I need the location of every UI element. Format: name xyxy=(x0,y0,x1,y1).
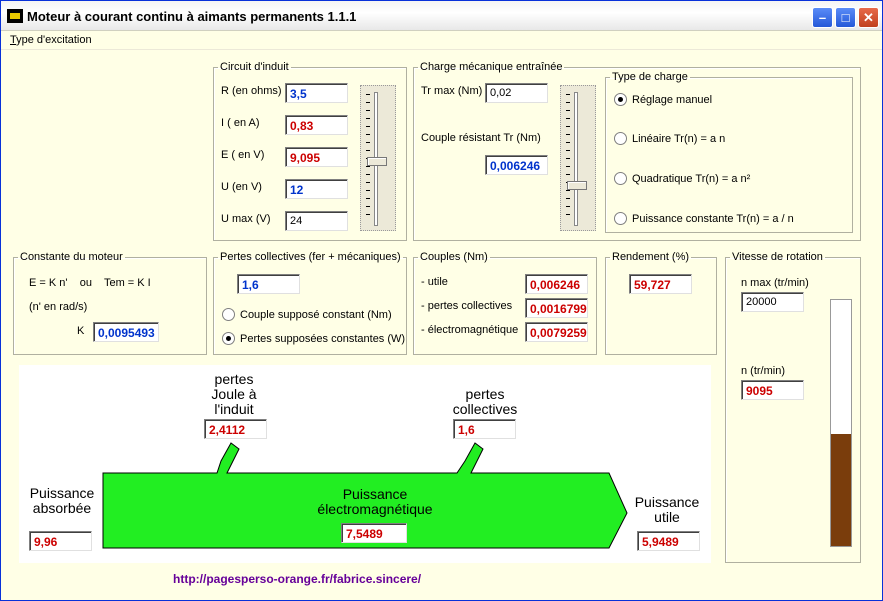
radio-puissance-constante[interactable] xyxy=(614,212,627,225)
radio-quadratique-label[interactable]: Quadratique Tr(n) = a n² xyxy=(632,173,750,185)
joule-label-line2: Joule à xyxy=(211,386,257,402)
radio-lineaire[interactable] xyxy=(614,132,627,145)
trmax-label: Tr max (Nm) xyxy=(421,85,483,97)
pertes-collectives-legend: Pertes collectives (fer + mécaniques) xyxy=(220,251,401,263)
coll-label-line1: pertes xyxy=(465,386,505,402)
rendement-group: Rendement (%) xyxy=(605,251,717,355)
close-button[interactable]: ✕ xyxy=(858,7,879,28)
radio-reglage-manuel-label[interactable]: Réglage manuel xyxy=(632,94,712,106)
nmax-input[interactable]: 20000 xyxy=(741,292,804,312)
pertes-input[interactable]: 1,6 xyxy=(237,274,300,294)
r-label: R (en ohms) xyxy=(221,85,282,97)
couple-utile-label: - utile xyxy=(421,276,448,288)
i-label: I ( en A) xyxy=(221,117,260,129)
type-charge-legend: Type de charge xyxy=(612,71,688,83)
e-label: E ( en V) xyxy=(221,149,265,161)
power-flow-diagram: pertes Joule à l'induit 2,4112 pertes co… xyxy=(19,365,711,563)
u-label: U (en V) xyxy=(221,181,262,193)
radio-pertes-constantes[interactable] xyxy=(222,332,235,345)
trmax-input[interactable]: 0,02 xyxy=(485,83,548,103)
coll-losses-field[interactable]: 1,6 xyxy=(453,419,516,439)
circuit-induit-legend: Circuit d'induit xyxy=(220,61,289,73)
coll-label-line2: collectives xyxy=(452,401,518,417)
em-label-line2: électromagnétique xyxy=(317,501,433,517)
motor-formula: E = K n' ou Tem = K I xyxy=(29,277,151,289)
unit-note: (n' en rad/s) xyxy=(29,301,88,313)
menu-type-excitation[interactable]: Type d'excitation xyxy=(10,34,92,46)
r-input[interactable]: 3,5 xyxy=(285,83,348,103)
app-icon xyxy=(7,9,23,23)
tr-slider[interactable] xyxy=(560,85,596,231)
tr-slider-track xyxy=(574,92,578,226)
radio-puissance-constante-label[interactable]: Puissance constante Tr(n) = a / n xyxy=(632,213,794,225)
radio-reglage-manuel[interactable] xyxy=(614,93,627,106)
window-title: Moteur à courant continu à aimants perma… xyxy=(27,9,357,24)
power-useful-field[interactable]: 5,9489 xyxy=(637,531,700,551)
abs-label-line2: absorbée xyxy=(32,500,92,516)
tr-slider-thumb[interactable] xyxy=(567,180,587,190)
couple-utile-field[interactable]: 0,006246 xyxy=(525,274,588,294)
couple-pertes-field[interactable]: 0,0016799 xyxy=(525,298,588,318)
speed-gauge xyxy=(830,299,852,547)
n-field[interactable]: 9095 xyxy=(741,380,804,400)
couples-legend: Couples (Nm) xyxy=(420,251,488,263)
u-slider-thumb[interactable] xyxy=(367,157,387,166)
author-url-link[interactable]: http://pagesperso-orange.fr/fabrice.sinc… xyxy=(173,572,421,586)
joule-losses-field[interactable]: 2,4112 xyxy=(204,419,267,439)
umax-input[interactable]: 24 xyxy=(285,211,348,231)
maximize-button[interactable]: □ xyxy=(835,7,856,28)
em-label-line1: Puissance xyxy=(342,486,408,502)
couple-em-field[interactable]: 0,0079259 xyxy=(525,322,588,342)
couple-em-label: - électromagnétique xyxy=(421,324,519,336)
tr-slider-ticks xyxy=(566,94,570,222)
power-em-field[interactable]: 7,5489 xyxy=(341,523,407,543)
vitesse-legend: Vitesse de rotation xyxy=(732,251,823,263)
constante-moteur-legend: Constante du moteur xyxy=(20,251,123,263)
speed-gauge-fill xyxy=(831,434,851,546)
rendement-field[interactable]: 59,727 xyxy=(629,274,692,294)
radio-lineaire-label[interactable]: Linéaire Tr(n) = a n xyxy=(632,133,725,145)
util-label-line2: utile xyxy=(654,509,680,525)
util-label-line1: Puissance xyxy=(634,494,700,510)
title-bar[interactable]: Moteur à courant continu à aimants perma… xyxy=(1,1,882,31)
e-field[interactable]: 9,095 xyxy=(285,147,348,167)
radio-couple-constant[interactable] xyxy=(222,308,235,321)
app-window: Moteur à courant continu à aimants perma… xyxy=(0,0,883,601)
nmax-label: n max (tr/min) xyxy=(741,277,809,289)
rendement-legend: Rendement (%) xyxy=(612,251,690,263)
tr-label: Couple résistant Tr (Nm) xyxy=(421,132,541,144)
joule-label-line3: l'induit xyxy=(214,401,254,417)
minimize-button[interactable]: – xyxy=(812,7,833,28)
umax-label: U max (V) xyxy=(221,213,271,225)
abs-label-line1: Puissance xyxy=(29,485,95,501)
charge-mecanique-legend: Charge mécanique entraînée xyxy=(420,61,563,73)
k-input[interactable]: 0,0095493 xyxy=(93,322,159,342)
joule-label-line1: pertes xyxy=(214,371,254,387)
i-field[interactable]: 0,83 xyxy=(285,115,348,135)
k-label: K xyxy=(77,325,85,337)
menu-bar: Type d'excitation xyxy=(1,31,882,50)
u-slider[interactable] xyxy=(360,85,396,231)
power-absorbed-field[interactable]: 9,96 xyxy=(29,531,92,551)
u-input[interactable]: 12 xyxy=(285,179,348,199)
tr-input[interactable]: 0,006246 xyxy=(485,155,548,175)
radio-quadratique[interactable] xyxy=(614,172,627,185)
n-label: n (tr/min) xyxy=(741,365,785,377)
radio-couple-constant-label[interactable]: Couple supposé constant (Nm) xyxy=(240,309,392,321)
radio-pertes-constantes-label[interactable]: Pertes supposées constantes (W) xyxy=(240,333,405,345)
couple-pertes-label: - pertes collectives xyxy=(421,300,513,312)
